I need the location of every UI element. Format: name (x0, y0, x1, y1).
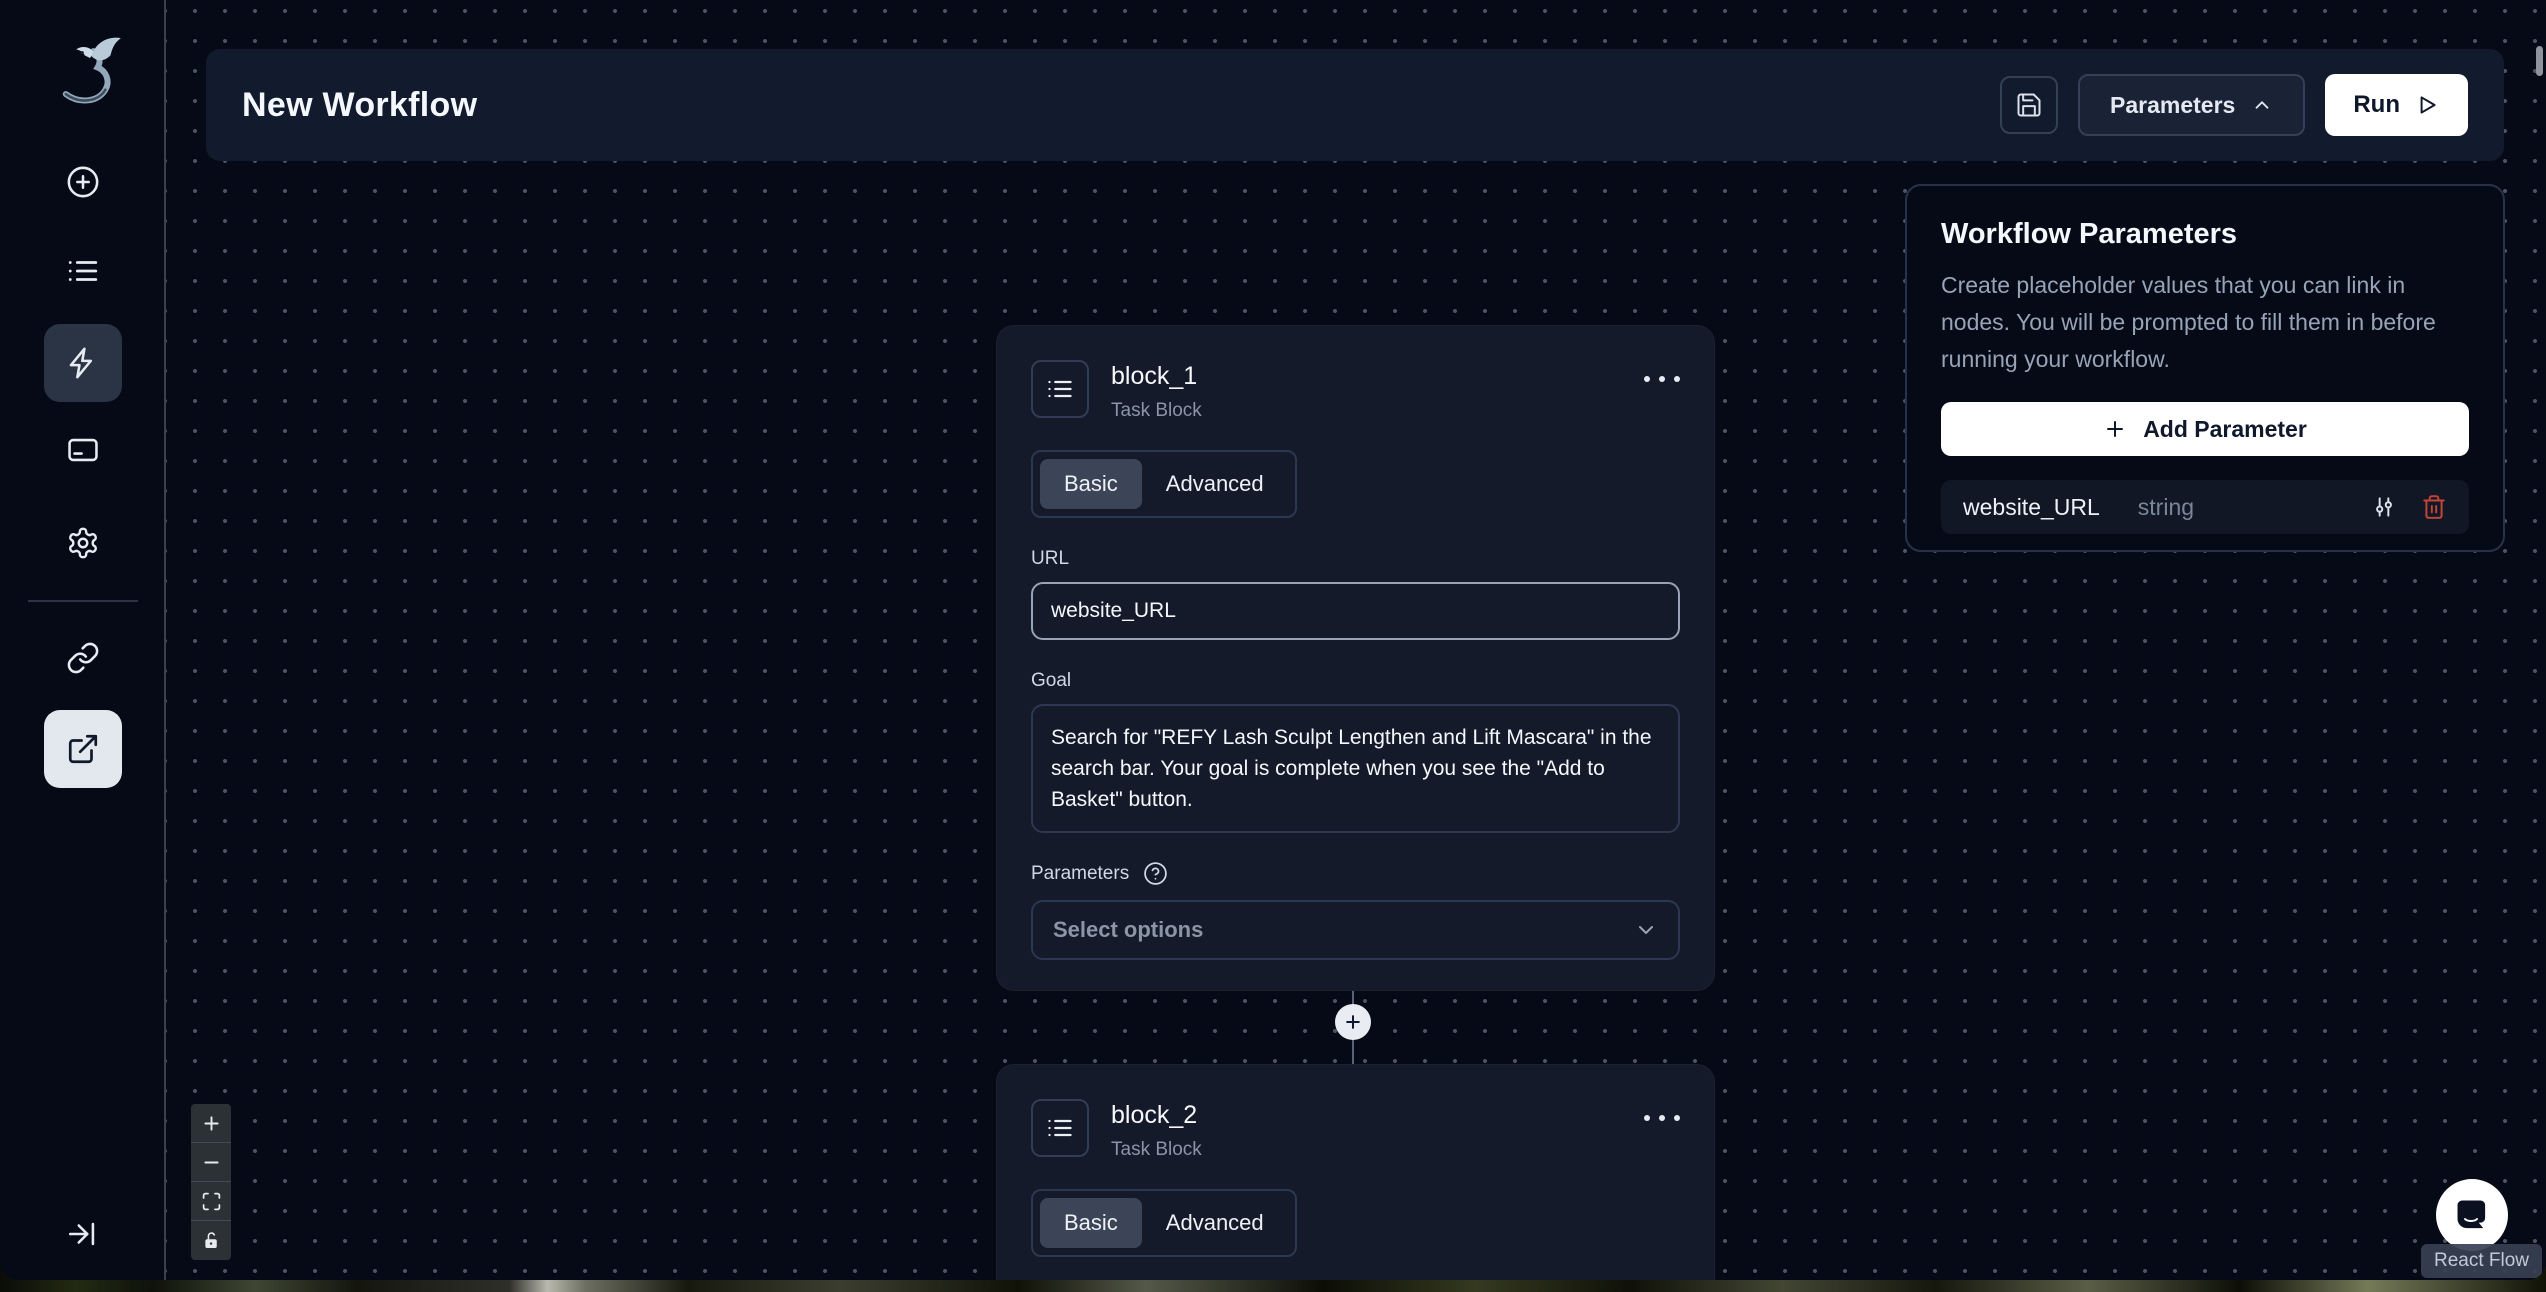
fit-view-button[interactable] (191, 1182, 231, 1221)
parameter-row: website_URL string (1941, 480, 2469, 534)
node-tabs: Basic Advanced (1031, 450, 1297, 518)
edit-parameter-sliders-icon[interactable] (2371, 494, 2397, 520)
sidebar-collapse-button[interactable] (44, 1195, 122, 1273)
add-parameter-button[interactable]: Add Parameter (1941, 402, 2469, 456)
play-icon (2414, 92, 2440, 118)
workflow-header: New Workflow Parameters Run (206, 49, 2504, 161)
minus-icon (201, 1152, 222, 1173)
lock-icon (201, 1230, 222, 1251)
parameter-type: string (2138, 494, 2194, 521)
list-icon (66, 254, 100, 288)
list-icon (1046, 1114, 1074, 1142)
select-placeholder: Select options (1053, 917, 1203, 943)
page-title: New Workflow (242, 86, 477, 125)
tab-basic[interactable]: Basic (1040, 1198, 1142, 1248)
tab-advanced[interactable]: Advanced (1142, 1198, 1288, 1248)
parameters-select[interactable]: Select options (1031, 900, 1680, 960)
app-window: New Workflow Parameters Run (0, 0, 2546, 1280)
list-icon (1046, 375, 1074, 403)
zoom-in-button[interactable] (191, 1104, 231, 1143)
run-button[interactable]: Run (2325, 74, 2468, 136)
url-input[interactable] (1031, 582, 1680, 640)
node-title[interactable]: block_1 (1111, 362, 1202, 391)
external-link-icon (66, 732, 100, 766)
sidebar-item-external[interactable] (44, 710, 122, 788)
delete-parameter-trash-icon[interactable] (2421, 494, 2447, 520)
parameters-toggle-button[interactable]: Parameters (2078, 74, 2305, 136)
workflow-parameters-panel: Workflow Parameters Create placeholder v… (1905, 184, 2505, 552)
goal-field-label: Goal (1031, 670, 1680, 692)
sidebar-item-runs[interactable] (44, 232, 122, 310)
workflow-canvas[interactable]: New Workflow Parameters Run (166, 0, 2546, 1280)
panel-title: Workflow Parameters (1941, 218, 2469, 251)
parameter-key: website_URL (1963, 494, 2100, 521)
support-chat-button[interactable] (2436, 1179, 2508, 1251)
goal-textarea[interactable]: Search for "REFY Lash Sculpt Lengthen an… (1031, 704, 1680, 833)
gear-icon (66, 526, 100, 560)
save-button[interactable] (2000, 76, 2058, 134)
sidebar-item-workflows[interactable] (44, 324, 122, 402)
plus-icon (201, 1113, 222, 1134)
run-button-label: Run (2353, 91, 2400, 119)
node-title[interactable]: block_2 (1111, 1101, 1202, 1130)
tab-basic[interactable]: Basic (1040, 459, 1142, 509)
node-menu-button[interactable] (1644, 1099, 1680, 1121)
sidebar (0, 0, 166, 1280)
node-header: block_2 Task Block (1031, 1099, 1680, 1161)
react-flow-attribution[interactable]: React Flow (2421, 1244, 2542, 1278)
node-tabs: Basic Advanced (1031, 1189, 1297, 1257)
help-circle-icon[interactable] (1143, 861, 1168, 886)
zoom-out-button[interactable] (191, 1143, 231, 1182)
lock-button[interactable] (191, 1221, 231, 1260)
sidebar-item-integrations[interactable] (44, 619, 122, 697)
chevron-down-icon (1634, 918, 1658, 942)
task-block-node-1[interactable]: block_1 Task Block Basic Advanced URL Go… (996, 325, 1715, 991)
parameters-button-label: Parameters (2110, 92, 2235, 119)
arrow-right-to-line-icon (66, 1217, 100, 1251)
lightning-icon (66, 346, 100, 380)
add-block-button[interactable] (1335, 1004, 1371, 1040)
canvas-zoom-controls (191, 1104, 231, 1260)
scrollbar-thumb[interactable] (2536, 46, 2543, 76)
chevron-up-icon (2251, 94, 2273, 116)
fit-view-icon (201, 1191, 222, 1212)
url-field-label: URL (1031, 548, 1680, 570)
sidebar-item-settings[interactable] (44, 504, 122, 582)
panel-description: Create placeholder values that you can l… (1941, 267, 2469, 378)
chat-bubble-icon (2452, 1195, 2492, 1235)
plus-icon (2103, 417, 2127, 441)
sidebar-divider (28, 600, 138, 602)
sidebar-item-credentials[interactable] (44, 411, 122, 489)
task-block-icon-box (1031, 360, 1089, 418)
plus-icon (1343, 1012, 1363, 1032)
add-parameter-label: Add Parameter (2143, 416, 2307, 443)
plus-circle-icon (66, 165, 100, 199)
parameters-field-label: Parameters (1031, 863, 1129, 885)
task-block-node-2[interactable]: block_2 Task Block Basic Advanced (996, 1064, 1715, 1280)
node-type-label: Task Block (1111, 400, 1202, 422)
node-header: block_1 Task Block (1031, 360, 1680, 422)
task-block-icon-box (1031, 1099, 1089, 1157)
tab-advanced[interactable]: Advanced (1142, 459, 1288, 509)
sidebar-item-create[interactable] (44, 143, 122, 221)
save-icon (2015, 91, 2043, 119)
workflow-builder-app: New Workflow Parameters Run (0, 0, 2546, 1292)
link-icon (66, 641, 100, 675)
node-menu-button[interactable] (1644, 360, 1680, 382)
node-type-label: Task Block (1111, 1139, 1202, 1161)
credit-card-icon (66, 433, 100, 467)
header-actions: Parameters Run (2000, 74, 2468, 136)
skyvern-dragon-logo (40, 24, 126, 116)
